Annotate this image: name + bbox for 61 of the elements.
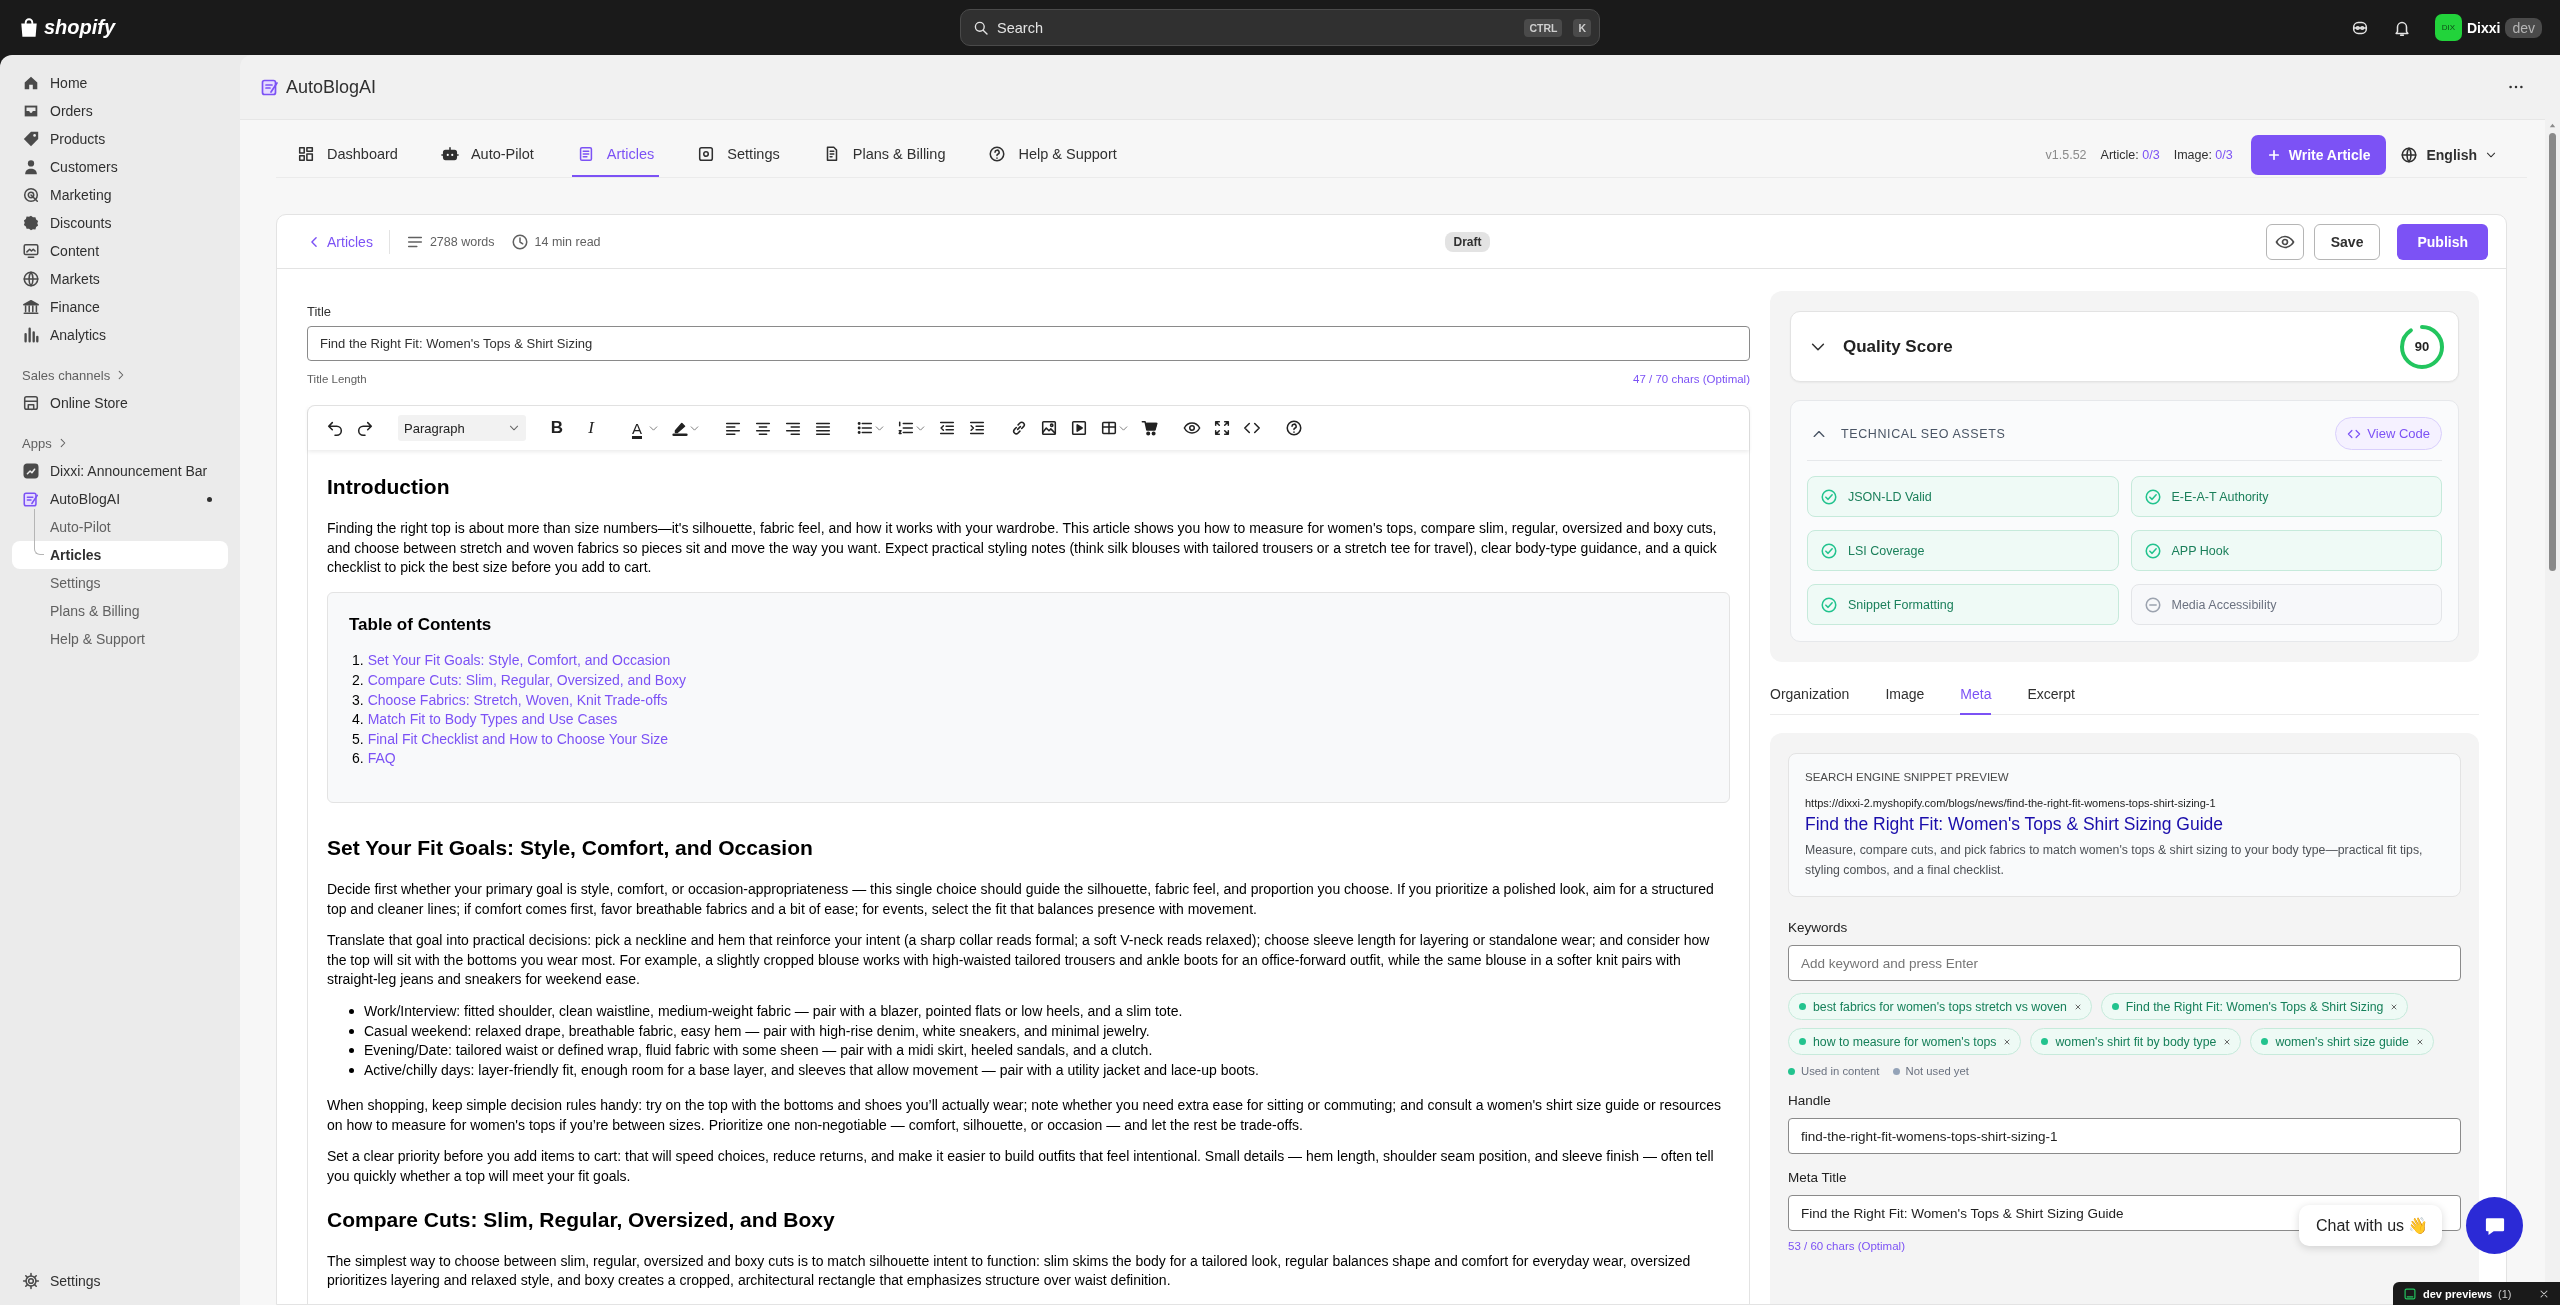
seo-check: E-E-A-T Authority	[2130, 476, 2442, 517]
paragraph: Decide first whether your primary goal is style, comfort, or occasion-appropriateness — this single choice should guide the silhouette, fabric feel, and proportion you choose. If you prioritize a polished look, aim for a structured top and cleaner lines; if comfort comes first, favor breathable fabrics and a bit of ease; for events, select the fit that balances presence with movement.	[327, 879, 1715, 919]
status-badge: Draft	[1445, 231, 1490, 252]
seo-check: Snippet Formatting	[1807, 584, 2119, 625]
legend-label: Used in content	[1801, 1065, 1880, 1077]
section-heading: Set Your Fit Goals: Style, Comfort, and Occasion	[327, 834, 814, 861]
chat-toast: Chat with us 👋	[2299, 1205, 2443, 1246]
list-item: Active/chilly days: layer-friendly fit, enough room for a base layer, and sleeves that allow movement — pair with a utility jacket and lace-up boots.	[364, 1060, 1259, 1080]
shortcut-key: K	[1573, 18, 1591, 37]
preview-heading: SEARCH ENGINE SNIPPET PREVIEW	[1805, 771, 2010, 783]
list-number: 6.	[352, 749, 364, 769]
logo-text: shopify	[44, 16, 116, 39]
read-time: 14 min read	[534, 234, 601, 249]
list-item: Casual weekend: relaxed drape, breathable fabric, easy hem — pair with high-rise denim, white sneakers, and minimal jewelry.	[364, 1021, 1150, 1041]
section-heading: Introduction	[327, 474, 451, 500]
preview-url: https://dixxi-2.myshopify.com/blogs/news/find-the-right-fit-womens-tops-shirt-sizing-1	[1805, 797, 2217, 809]
store-badge: dev	[2505, 17, 2542, 38]
shortcut-key: CTRL	[1524, 18, 1563, 37]
legend-label: Not used yet	[1905, 1065, 1969, 1077]
version-label: v1.5.52	[2045, 148, 2087, 162]
seo-check: APP Hook	[2130, 530, 2442, 571]
list-number: 4.	[352, 710, 364, 730]
char-count: 47 / 70 chars (Optimal)	[1633, 373, 1750, 385]
user-name: Dixxi	[2466, 19, 2501, 36]
list-number: 5.	[352, 729, 364, 749]
field-label: Handle	[1788, 1093, 1832, 1108]
paragraph: The simplest way to choose between slim, regular, oversized and boxy cuts is to match silhouette intent to function: slim skims the body for a tailored look, regular balances shape and comfort for everyday wear, oversized prioritizes layering and relaxed style, and boxy creates a cropped, architectural rectangle that emphasizes structure over waist definition.	[327, 1251, 1692, 1291]
paragraph: Translate that goal into practical decisions: pick a neckline and hem that reinforce your intent (a sharp collar reads formal; a soft V-neck reads relaxed); choose sleeve length for layering or standalone wear; and consider how the top will sit with the bottoms you wear most. For example, a slightly cropped blouse works with high-waisted tailored trousers and ankle boots for an office-forward outfit, while the same blouse in a softer knit pairs with straight-leg jeans and sneakers for weekend ease.	[327, 931, 1711, 990]
seo-check: Media Accessibility	[2130, 584, 2442, 625]
char-count: 53 / 60 chars (Optimal)	[1788, 1240, 1906, 1252]
list-item: Work/Interview: fitted shoulder, clean waistline, medium-weight fabric — pair with a blazer, pointed flats or low heels, and a slim tote.	[364, 1001, 1183, 1021]
field-label: Keywords	[1788, 920, 1849, 935]
quota-label: Image: 0/3	[2173, 148, 2233, 162]
score-value: 90	[2414, 339, 2430, 354]
preview-title: Find the Right Fit: Women's Tops & Shirt Sizing Guide	[1805, 814, 2225, 835]
list-number: 3.	[352, 690, 364, 710]
keyword-chip: women's shirt size guide	[2250, 1028, 2434, 1055]
hint-text: Title Length	[307, 373, 367, 385]
keyword-chip: how to measure for women's tops	[1788, 1028, 2022, 1055]
section-heading: Compare Cuts: Slim, Regular, Oversized, and Boxy	[327, 1206, 836, 1233]
quota-label: Article: 0/3	[2100, 148, 2160, 162]
preview-description: Measure, compare cuts, and pick fabrics to match women's tops & shirt sizing to your body type—practical fit tips, styling combos, and a final checklist.	[1805, 842, 2424, 879]
paragraph: Finding the right top is about more than size numbers—it's silhouette, fabric feel, and how it works with your wardrobe. This article shows you how to measure for women's tops, compare slim, regular, oversized and boxy cuts, and choose between stretch and woven fabrics so pieces sit and move the way you want. Expect practical styling notes (think silk blouses with tailored trousers or a stretch tee for travel), clear body-type guidance, and a quick checklist to pick the best size before you add to cart.	[327, 519, 1718, 578]
card-title: TECHNICAL SEO ASSETS	[1841, 426, 2007, 441]
dev-preview-bar: dev previews (1)	[2393, 1282, 2560, 1305]
seo-check: JSON-LD Valid	[1807, 476, 2119, 517]
app-title: AutoBlogAI	[286, 76, 377, 98]
card-title: Quality Score	[1843, 336, 1954, 357]
paragraph: When shopping, keep simple decision rules handy: try on the top with the bottoms and shoes you’ll actually wear; note whether you need extra ease for sitting or commuting; and consult a women's shirt size guide or resources on how to measure for women's tops if you’re between sizes. Prioritize one non-negotiable — comfort, silhouette, or occasion — and let the rest be trade-offs.	[327, 1096, 1723, 1135]
field-label: Meta Title	[1788, 1170, 1848, 1185]
keyword-chip: women's shirt fit by body type	[2030, 1028, 2242, 1055]
list-number: 1.	[352, 651, 364, 671]
seo-check: LSI Coverage	[1807, 530, 2119, 571]
field-label: Title	[307, 304, 333, 319]
list-number: 2.	[352, 670, 364, 690]
keyword-chip: Find the Right Fit: Women's Tops & Shirt Sizing	[2100, 993, 2409, 1020]
word-count: 2788 words	[429, 234, 495, 249]
keyword-chip: best fabrics for women's tops stretch vs woven	[1788, 993, 2092, 1020]
list-item: Evening/Date: tailored waist or defined wrap, fluid fabric with some sheen — pair with a midi skirt, heeled sandals, and a clutch.	[364, 1041, 1153, 1061]
toc-title: Table of Contents	[349, 614, 493, 635]
paragraph: Set a clear priority before you add items to cart: that will speed choices, reduce returns, and make it easier to build outfits that feel intentional. Small details — hem length, shoulder seam position, and sleeve finish — often tell you quickly whether a top will meet your fit goals.	[327, 1147, 1715, 1187]
